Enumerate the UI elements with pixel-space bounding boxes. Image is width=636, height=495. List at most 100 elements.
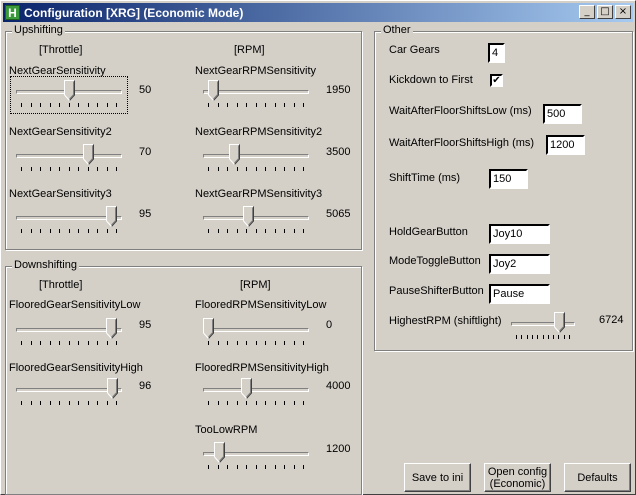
slider-tick — [31, 167, 32, 171]
upshifting-title: Upshifting — [12, 24, 65, 36]
slider-label: NextGearSensitivity3 — [9, 188, 112, 200]
slider-tick — [88, 103, 89, 107]
slider-tick — [294, 341, 295, 345]
slider-tick — [227, 103, 228, 107]
next-gear-rpm-sensitivity3-slider[interactable] — [203, 206, 309, 236]
mode-toggle-input[interactable]: Joy2 — [489, 254, 550, 274]
slider-tick — [265, 465, 266, 469]
slider-thumb[interactable] — [208, 80, 219, 101]
slider-value: 96 — [139, 380, 152, 392]
slider-tick — [31, 341, 32, 345]
next-gear-rpm-sensitivity2-slider[interactable] — [203, 144, 309, 174]
slider-tick — [275, 465, 276, 469]
app-icon: H — [5, 5, 20, 20]
maximize-button[interactable]: □ — [597, 5, 613, 19]
slider-thumb[interactable] — [203, 318, 214, 339]
slider-tick — [208, 465, 209, 469]
slider-tick — [208, 341, 209, 345]
slider-tick — [284, 341, 285, 345]
next-gear-sensitivity3-slider[interactable] — [16, 206, 122, 236]
slider-thumb[interactable] — [64, 80, 75, 101]
slider-thumb[interactable] — [243, 206, 254, 227]
slider-tick — [256, 401, 257, 405]
next-gear-sensitivity2-slider[interactable] — [16, 144, 122, 174]
hold-gear-input[interactable]: Joy10 — [489, 224, 550, 244]
slider-tick — [59, 401, 60, 405]
slider-tick — [97, 167, 98, 171]
wait-low-label: WaitAfterFloorShiftsLow (ms) — [389, 105, 532, 117]
minimize-button[interactable]: _ — [579, 5, 595, 19]
slider-tick — [275, 229, 276, 233]
slider-tick — [548, 335, 549, 339]
pause-shifter-input[interactable]: Pause — [489, 284, 550, 304]
floored-gear-sensitivity-high-slider[interactable] — [16, 378, 122, 408]
open-config-button[interactable]: Open config (Economic) — [484, 463, 551, 492]
other-title: Other — [381, 24, 413, 36]
slider-tick — [558, 335, 559, 339]
close-button[interactable]: × — [615, 5, 631, 19]
slider-tick — [21, 229, 22, 233]
slider-tick — [88, 401, 89, 405]
slider-tick — [303, 167, 304, 171]
slider-value: 5065 — [326, 208, 351, 220]
slider-track — [203, 388, 309, 392]
defaults-button[interactable]: Defaults — [564, 463, 631, 492]
car-gears-input[interactable]: 4 — [488, 43, 505, 63]
shift-time-input[interactable]: 150 — [489, 169, 528, 189]
slider-tick — [107, 229, 108, 233]
slider-ticks — [21, 229, 117, 233]
slider-tick — [107, 341, 108, 345]
slider-thumb[interactable] — [554, 312, 565, 333]
slider-value: 0 — [326, 319, 333, 331]
slider-ticks — [21, 167, 117, 171]
slider-label: FlooredGearSensitivityHigh — [9, 362, 143, 374]
slider-tick — [284, 103, 285, 107]
slider-thumb[interactable] — [241, 378, 252, 399]
slider-tick — [284, 465, 285, 469]
title-bar[interactable]: H Configuration [XRG] (Economic Mode) _ … — [3, 3, 633, 22]
window-title: Configuration [XRG] (Economic Mode) — [24, 5, 244, 20]
slider-label: NextGearSensitivity2 — [9, 126, 112, 138]
slider-label: FlooredRPMSensitivityLow — [195, 299, 327, 311]
slider-track — [203, 216, 309, 220]
floored-rpm-sensitivity-low-slider[interactable] — [203, 318, 309, 348]
slider-tick — [284, 401, 285, 405]
slider-thumb[interactable] — [106, 318, 117, 339]
slider-tick — [208, 401, 209, 405]
slider-tick — [303, 341, 304, 345]
slider-tick — [246, 103, 247, 107]
kickdown-checkbox[interactable]: ✔ — [490, 74, 503, 87]
slider-thumb[interactable] — [214, 442, 225, 463]
slider-tick — [256, 229, 257, 233]
slider-tick — [40, 167, 41, 171]
next-gear-sensitivity-slider[interactable] — [10, 76, 128, 114]
floored-gear-sensitivity-low-slider[interactable] — [16, 318, 122, 348]
too-low-rpm-slider[interactable] — [203, 442, 309, 472]
slider-thumb[interactable] — [229, 144, 240, 165]
slider-tick — [208, 167, 209, 171]
shift-time-label: ShiftTime (ms) — [389, 172, 461, 184]
wait-high-input[interactable]: 1200 — [546, 135, 585, 155]
slider-tick — [246, 465, 247, 469]
slider-tick — [88, 167, 89, 171]
slider-label: NextGearRPMSensitivity2 — [195, 126, 323, 138]
slider-label: NextGearRPMSensitivity3 — [195, 188, 323, 200]
highest-rpm-slider[interactable] — [511, 312, 575, 342]
slider-tick — [21, 401, 22, 405]
next-gear-rpm-sensitivity-slider[interactable] — [203, 80, 309, 110]
slider-tick — [21, 341, 22, 345]
save-to-ini-button[interactable]: Save to ini — [404, 463, 471, 492]
slider-ticks — [208, 401, 304, 405]
wait-low-input[interactable]: 500 — [543, 104, 582, 124]
slider-tick — [59, 167, 60, 171]
floored-rpm-sensitivity-high-slider[interactable] — [203, 378, 309, 408]
slider-thumb[interactable] — [106, 206, 117, 227]
slider-thumb[interactable] — [107, 378, 118, 399]
slider-tick — [59, 103, 60, 107]
slider-tick — [69, 401, 70, 405]
slider-tick — [40, 229, 41, 233]
slider-tick — [265, 103, 266, 107]
slider-label: TooLowRPM — [195, 424, 258, 436]
slider-tick — [40, 103, 41, 107]
slider-thumb[interactable] — [83, 144, 94, 165]
